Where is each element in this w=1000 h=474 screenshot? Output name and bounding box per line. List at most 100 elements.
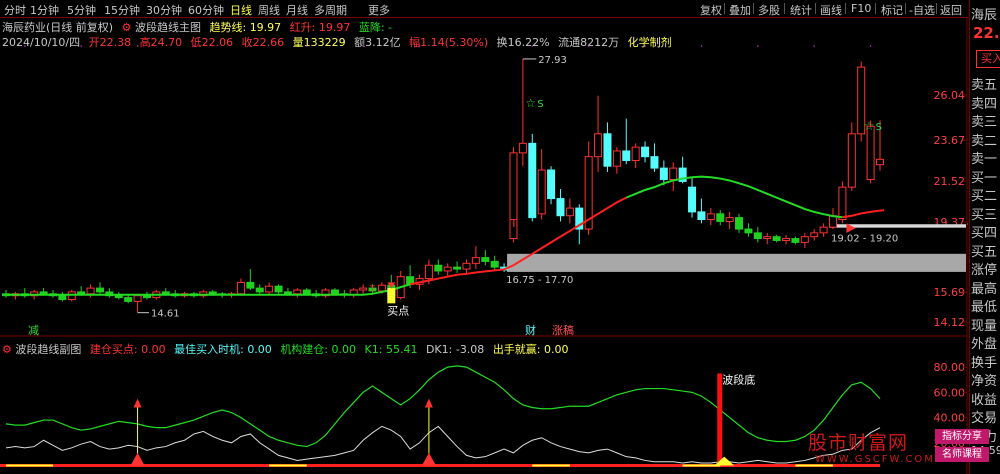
candle-body	[490, 260, 499, 268]
top-dot-marker	[136, 45, 139, 47]
sell-marker: T	[369, 285, 376, 295]
trend-line-flat	[6, 283, 411, 296]
rp-item: 交易	[971, 411, 998, 426]
rp-item: 最高	[971, 281, 998, 297]
candle-body	[716, 213, 725, 222]
candle-body	[659, 167, 668, 181]
rp-stock-name: 海辰	[971, 8, 998, 23]
kline-chart[interactable]: 26.0423.6721.5219.3717.4315.6914.1216.75…	[0, 0, 968, 474]
sub-y-tick-label: 40.00	[934, 412, 966, 425]
top-dot-marker	[80, 45, 82, 47]
buy-point-label: 买点	[387, 304, 409, 317]
top-dot-marker	[644, 45, 646, 47]
rp-item: 卖一	[971, 152, 998, 167]
candle-body	[641, 146, 650, 158]
candle-body	[838, 186, 847, 221]
sub-y-tick-label: 60.00	[934, 386, 966, 399]
candle-body	[706, 213, 715, 221]
candle-body	[829, 215, 838, 228]
rp-item: 涨停	[971, 263, 998, 278]
rp-item: 卖三	[971, 115, 998, 130]
rp-item: 买五	[971, 244, 998, 260]
top-dot-marker	[23, 45, 26, 47]
candle-body	[819, 226, 828, 234]
sell-marker: T	[585, 228, 592, 238]
candle-body	[359, 287, 368, 291]
top-dot-marker	[305, 45, 308, 47]
candle-body	[133, 295, 142, 302]
candle-body	[782, 238, 791, 241]
y-tick-label: 14.12	[934, 316, 966, 329]
star-signal-label: S	[537, 99, 543, 110]
buy-signal-peak	[421, 452, 436, 466]
top-dot-marker	[362, 45, 364, 47]
watermark-badge-course: 名师课程	[935, 447, 989, 462]
wave-bottom-label: 波段底	[722, 373, 755, 387]
candle-body	[650, 156, 659, 169]
trend-line-fall	[625, 175, 843, 219]
top-dot-marker	[475, 45, 477, 47]
candle-body	[481, 257, 490, 262]
candle-body	[453, 266, 462, 270]
watermark-logo-text: 股市财富网	[808, 432, 909, 454]
candle-body	[603, 133, 612, 167]
candle-body	[866, 125, 875, 181]
buy-button[interactable]: 买入	[976, 50, 1000, 68]
candle-body	[791, 238, 800, 243]
candle-body	[556, 198, 565, 217]
candle-body	[744, 228, 753, 234]
star-signal-icon: ☆	[864, 119, 875, 133]
candle-body	[462, 262, 471, 270]
y-tick-label: 15.69	[934, 286, 966, 299]
wave-bottom-bar	[717, 373, 723, 466]
candle-body	[471, 257, 480, 264]
rp-item: 买四	[971, 226, 998, 241]
candle-body	[697, 211, 706, 221]
candle-body	[537, 169, 546, 215]
candle-body	[547, 169, 556, 200]
candle-body	[518, 142, 527, 154]
support-zone-2-label: 19.02 - 19.20	[831, 234, 898, 245]
candle-body	[443, 266, 452, 272]
y-tick-label: 21.52	[934, 175, 966, 188]
high-price-label: 27.93	[538, 55, 567, 66]
candle-body	[58, 295, 67, 301]
candle-body	[208, 291, 217, 295]
candle-body	[424, 264, 433, 280]
candle-body	[594, 133, 603, 158]
candle-body	[283, 291, 292, 295]
low-price-label: 14.61	[151, 309, 180, 320]
rp-item: 换手	[971, 355, 998, 371]
rp-item: 买一	[971, 170, 998, 186]
star-signal-icon: ☆	[525, 96, 536, 110]
rp-item: 卖二	[971, 133, 998, 149]
candle-body	[753, 232, 762, 240]
tag-rise: 涨稿	[552, 323, 574, 337]
candle-body	[246, 281, 255, 289]
top-dot-marker	[193, 45, 195, 47]
top-dot-marker	[869, 45, 872, 47]
candle-body	[274, 285, 283, 293]
star-signal-label: S	[876, 122, 882, 133]
candle-body	[86, 287, 95, 295]
quote-side-panel: 海辰 22.6 买入 卖五卖四卖三卖二卖一买一买二买三买四买五涨停最高最低现量外…	[969, 0, 1000, 474]
candle-body	[876, 158, 884, 166]
sub-y-tick-label: 80.00	[934, 361, 966, 374]
candle-body	[330, 289, 339, 295]
candle-body	[265, 285, 274, 293]
top-dot-marker	[757, 45, 759, 47]
watermark-url: WWW.GSCFW.COM	[815, 454, 935, 465]
candle-body	[763, 236, 772, 240]
candle-body	[725, 217, 734, 222]
watermark-badge-share: 指标分享	[935, 429, 989, 444]
candle-body	[847, 133, 856, 188]
candle-body	[565, 207, 574, 217]
buy-signal-arrow	[424, 398, 433, 408]
tag-reduce: 减	[28, 324, 39, 337]
y-tick-label: 26.04	[934, 89, 966, 102]
rp-item: 卖四	[971, 96, 998, 112]
rp-item: 卖五	[971, 78, 998, 93]
rp-item: 收益	[971, 392, 998, 408]
candle-body	[772, 236, 781, 241]
support-zone-1-label: 16.75 - 17.70	[506, 275, 573, 286]
